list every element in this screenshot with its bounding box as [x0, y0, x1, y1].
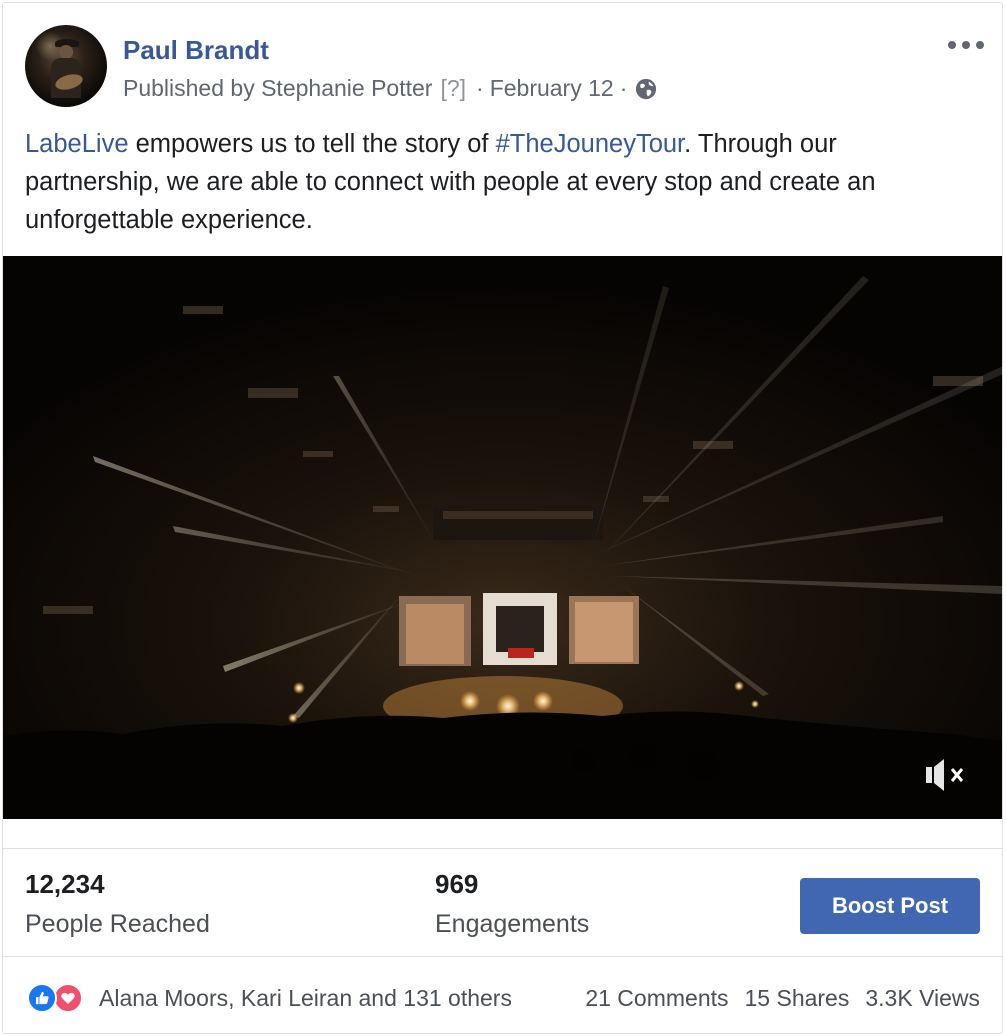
meta-separator: · — [619, 75, 628, 101]
engagements-stat[interactable]: 969 Engagements — [435, 869, 589, 939]
reaction-names[interactable]: Alana Moors, Kari Leiran and 131 others — [99, 985, 512, 1012]
engagements-label: Engagements — [435, 910, 590, 938]
post-meta: Published by Stephanie Potter [?] · Febr… — [123, 75, 657, 102]
concert-video-frame — [3, 256, 1002, 819]
views-count[interactable]: 3.3K Views — [865, 985, 980, 1012]
globe-icon[interactable] — [635, 78, 657, 100]
help-marker[interactable]: [?] — [440, 75, 466, 102]
engagements-value: 969 — [435, 869, 479, 899]
shares-count[interactable]: 15 Shares — [745, 985, 850, 1012]
love-icon — [53, 983, 83, 1013]
post-card: Paul Brandt Published by Stephanie Potte… — [2, 2, 1003, 1034]
page-avatar[interactable] — [25, 25, 107, 107]
reaction-icons[interactable] — [27, 983, 93, 1013]
published-by: Published by Stephanie Potter — [123, 75, 433, 101]
muted-speaker-icon[interactable] — [924, 755, 968, 795]
video-player[interactable] — [3, 256, 1002, 819]
people-reached-stat[interactable]: 12,234 People Reached — [25, 869, 210, 939]
mention-link[interactable]: LabeLive — [25, 130, 129, 158]
video-footer-divider — [3, 819, 1002, 849]
people-reached-label: People Reached — [25, 910, 210, 938]
meta-separator: · — [476, 75, 484, 101]
post-insights: 12,234 People Reached 969 Engagements Bo… — [3, 849, 1002, 957]
more-options-icon[interactable] — [948, 37, 984, 53]
boost-post-button[interactable]: Boost Post — [800, 878, 980, 934]
hashtag-link[interactable]: #TheJouneyTour — [496, 130, 685, 158]
reactions-bar: Alana Moors, Kari Leiran and 131 others … — [3, 958, 1002, 1033]
post-date[interactable]: February 12 — [490, 75, 614, 102]
post-message: LabeLive empowers us to tell the story o… — [25, 125, 975, 239]
post-text-part: empowers us to tell the story of — [128, 130, 496, 158]
comments-count[interactable]: 21 Comments — [585, 985, 728, 1012]
page-name-link[interactable]: Paul Brandt — [123, 35, 269, 66]
like-icon — [27, 983, 57, 1013]
post-header: Paul Brandt Published by Stephanie Potte… — [25, 25, 1002, 111]
people-reached-value: 12,234 — [25, 869, 105, 899]
engagement-counts: 21 Comments 15 Shares 3.3K Views — [585, 985, 980, 1012]
